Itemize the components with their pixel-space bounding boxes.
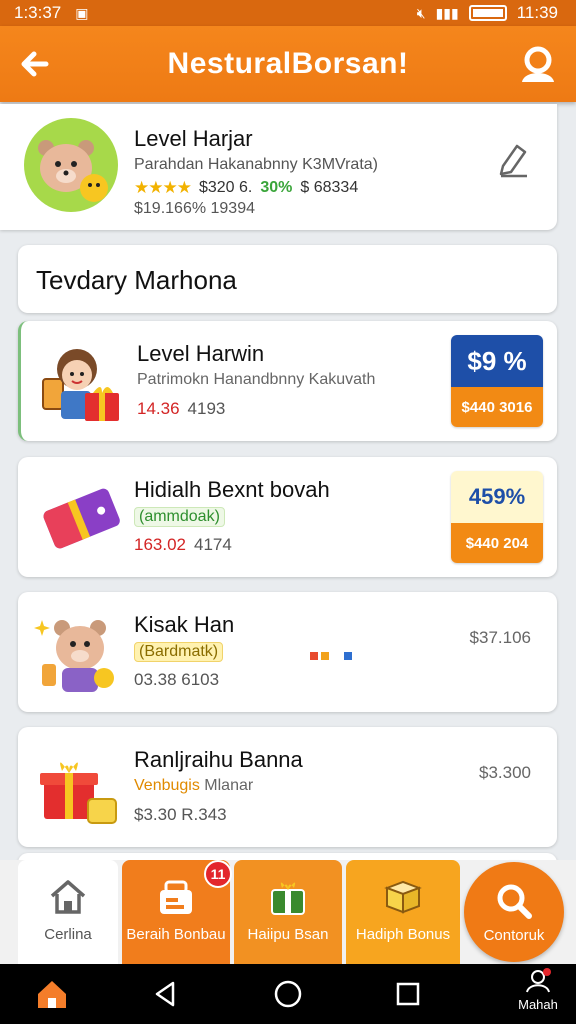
section-title: Tevdary Marhona [36,265,237,295]
item-tag-label: (ammdoak) [134,507,225,527]
home-icon [38,981,66,1008]
back-button[interactable] [16,42,60,86]
notification-icon: ▣ [75,4,89,21]
system-recents-button[interactable] [388,976,428,1012]
nav-beraih[interactable]: Beraih Bonbau 11 [122,860,232,964]
list-item[interactable]: Level Harwin Patrimokn Hanandbnny Kakuva… [18,321,557,441]
box-icon [384,880,422,914]
system-nav-bar: Mahah [0,964,576,1024]
app-bar: NesturalBorsan! [0,26,576,102]
nav-hadiph[interactable]: Hadiph Bonus [346,860,460,964]
status-bar: 1:3:37 ▣ 🔇︎ ▮▮▮ 11:39 [0,0,576,26]
girl-gift-icon [35,335,131,427]
bear-sparkle-icon [32,606,128,698]
rating-stars: ★★★★ [134,178,192,197]
badge-price: $440 204 [451,523,543,563]
dot-orange-icon [321,652,329,660]
home-outline-icon [50,880,86,914]
system-back-button[interactable] [146,976,186,1012]
profile-footer: $19.166% 19394 [134,200,255,217]
item-name: Kisak Han [134,612,235,637]
color-dots [310,652,352,660]
item-name: Ranljraihu Banna [134,747,303,772]
profile-card[interactable]: Level Harjar Parahdan Hakanabnny K3MVrat… [0,104,557,230]
search-fab-button[interactable]: Contoruk [464,862,564,962]
item-name: Level Harwin [137,341,265,366]
item-price-red: 163.02 [134,535,186,554]
square-recents-icon [396,982,420,1006]
mute-icon: 🔇︎ [416,4,426,21]
item-meta: 03.38 6103 [134,670,219,690]
gift-box-icon [32,741,128,833]
profile-stat-1: $320 6. [198,179,253,196]
discount-badge[interactable]: $9 % $440 3016 [451,335,543,427]
item-price: 4193 [187,399,226,418]
item-price-red: 14.36 [137,399,180,418]
item-tag-extra: Mlanar [204,777,254,794]
badge-value: $9 % [451,335,543,387]
status-time-right: 11:39 [516,3,558,22]
item-price: 4174 [194,535,232,554]
badge-value: 459% [451,471,543,523]
nav-haiipu-label: Haiipu Bsan [247,926,329,943]
bottom-nav: Cerlina Beraih Bonbau 11 Haiipu Bsan Had… [0,860,576,964]
item-tag: (Bardmatk) [134,642,224,662]
item-price: 03.38 6103 [134,670,220,689]
item-meta: 163.02 4174 [134,535,232,555]
item-meta: 14.36 4193 [137,399,225,419]
discount-badge[interactable]: 459% $440 204 [451,471,543,563]
system-home-circle-button[interactable] [268,976,308,1012]
system-account-label: Mahah [518,997,558,1012]
dot-blue-icon [344,652,352,660]
item-tag-label: (Bardmatk) [134,642,224,662]
item-tag-label: Venbugis [134,777,200,794]
item-subtitle: Patrimokn Hanandbnny Kakuvath [137,371,376,388]
signal-icon: ▮▮▮ [435,4,459,21]
triangle-back-icon [155,981,175,1007]
nav-beraih-label: Beraih Bonbau [126,926,226,943]
system-account-button[interactable]: Mahah [516,968,560,1012]
user-icon [522,46,554,82]
nav-home[interactable]: Cerlina [18,860,118,964]
gift-box-icon [160,880,192,914]
nav-hadiph-label: Hadiph Bonus [355,926,451,943]
account-icon [526,968,551,993]
dot-red-icon [310,652,318,660]
gift-icon [271,882,305,915]
nav-haiipu[interactable]: Haiipu Bsan [234,860,342,964]
notification-badge: 11 [204,860,232,888]
list-item[interactable]: Ranljraihu Banna Venbugis Mlanar $3.30 R… [18,727,557,847]
circle-home-icon [274,980,302,1008]
arrow-left-icon [21,51,49,77]
status-time-left: 1:3:37 [14,3,62,22]
profile-name: Level Harjar [134,126,253,151]
ticket-icon [32,471,128,563]
nav-search-label: Contoruk [483,927,545,944]
page-title: NesturalBorsan! [167,47,409,80]
search-icon [497,884,532,919]
profile-stat-green: 30% [260,179,293,196]
item-tag: (ammdoak) [134,507,225,527]
battery-icon [468,5,507,21]
edit-button[interactable] [497,138,531,178]
item-right-price: $3.300 [479,763,531,782]
list-item[interactable]: Hidialh Bexnt bovah (ammdoak) 163.02 417… [18,457,557,577]
list-item[interactable]: Kisak Han (Bardmatk) 03.38 6103 $37.106 [18,592,557,712]
item-price: $3.30 R.343 [134,805,227,824]
profile-stat-2: $ 68334 [300,179,359,196]
bear-mascot-icon [38,140,108,202]
profile-button[interactable] [516,42,560,86]
avatar [24,118,118,212]
profile-stats: ★★★★ $320 6. 30% $ 68334 [134,178,358,198]
section-header-card: Tevdary Marhona [18,245,557,313]
item-name: Hidialh Bexnt bovah [134,477,330,502]
badge-price: $440 3016 [451,387,543,427]
item-meta: $3.30 R.343 [134,805,227,825]
profile-subtitle: Parahdan Hakanabnny K3MVrata) [134,156,378,173]
item-tag: Venbugis Mlanar [134,777,253,795]
pencil-icon [499,144,527,178]
nav-home-label: Cerlina [44,926,92,943]
system-home-button[interactable] [32,976,72,1012]
item-right-price: $37.106 [469,628,531,647]
